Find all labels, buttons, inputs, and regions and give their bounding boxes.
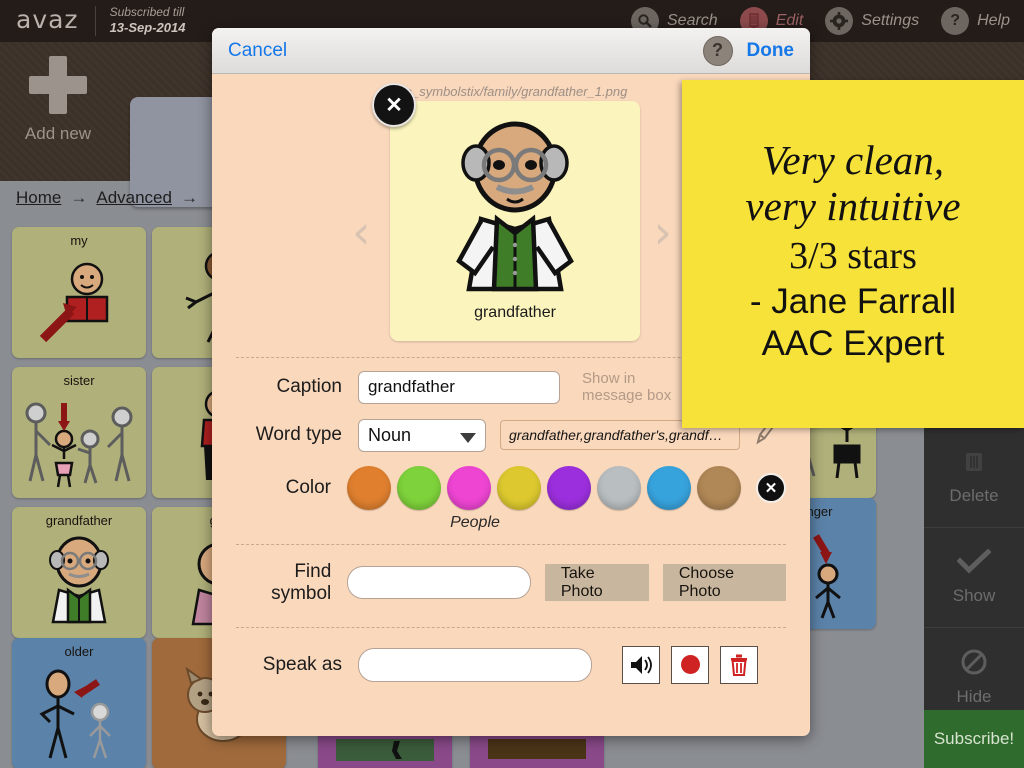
caption-input[interactable]: grandfather (358, 370, 560, 404)
testimonial-overlay: Very clean, very intuitive 3/3 stars - J… (682, 80, 1024, 428)
help-icon[interactable]: ? (702, 35, 733, 66)
symbol-preview-card[interactable]: grandfather (390, 101, 640, 341)
speak-as-label: Speak as (262, 653, 342, 675)
delete-recording-icon[interactable] (720, 645, 758, 684)
find-symbol-input[interactable] (347, 566, 531, 599)
grid-cell-label: grandfather (45, 513, 113, 528)
breadcrumb-item-home[interactable]: Home (16, 188, 61, 208)
nav-label-help: Help (977, 12, 1010, 29)
find-symbol-label: Find symbol (271, 560, 332, 604)
hide-label: Hide (956, 687, 992, 706)
show-in-message-box-line1: Show in (582, 370, 636, 387)
done-button[interactable]: Done (747, 40, 795, 62)
color-swatch-purple[interactable] (547, 465, 591, 510)
next-symbol-button[interactable]: › (654, 209, 672, 255)
testimonial-author: - Jane Farrall (749, 281, 957, 321)
add-new-button[interactable]: Add new (10, 56, 106, 144)
grid-cell-older[interactable]: older (12, 638, 146, 768)
family-sister-icon (12, 388, 146, 498)
divider-3 (236, 626, 786, 628)
grid-cell-label: older (64, 644, 94, 659)
choose-photo-button[interactable]: Choose Photo (662, 564, 786, 601)
grid-cell-grandfather[interactable]: grandfather (12, 507, 146, 638)
testimonial-author-title: AAC Expert (761, 323, 945, 363)
app-logo: avaz (16, 5, 79, 34)
word-type-value: Noun (368, 424, 412, 445)
trash-icon (961, 449, 987, 480)
testimonial-rating: 3/3 stars (789, 234, 917, 277)
testimonial-line-2: very intuitive (745, 183, 961, 229)
show-in-message-box-label: Show in message box (582, 370, 671, 405)
plus-icon (29, 56, 87, 114)
grid-cell-label: sister (63, 373, 95, 388)
grandfather-icon (12, 528, 146, 638)
show-label: Show (952, 586, 996, 605)
subscribe-button[interactable]: Subscribe! (924, 710, 1024, 768)
color-row: Color ✕ (212, 465, 810, 510)
testimonial-line-1: Very clean, (761, 137, 945, 184)
find-symbol-row: Find symbol Take Photo Choose Photo (212, 561, 810, 605)
play-speaker-icon[interactable] (622, 645, 660, 684)
record-icon[interactable] (671, 645, 709, 684)
prev-symbol-button[interactable]: ‹ (352, 209, 370, 255)
chevron-down-icon (460, 432, 476, 443)
speak-as-row: Speak as (212, 645, 810, 684)
dialog-toolbar-right: ? Done (702, 35, 795, 66)
breadcrumb-arrow-1: → (70, 188, 88, 207)
color-swatch-magenta[interactable] (447, 465, 491, 510)
caption-label: Caption (276, 376, 343, 398)
color-swatches: ✕ (347, 465, 786, 510)
cancel-button[interactable]: Cancel (228, 40, 287, 62)
breadcrumb-arrow-2: → (180, 188, 198, 207)
no-entry-icon (960, 648, 988, 681)
color-swatch-green[interactable] (397, 465, 441, 510)
symbol-preview-label: grandfather (474, 303, 556, 321)
grandfather-preview-icon (435, 121, 595, 302)
subscription-info: Subscribed till 13-Sep-2014 (96, 5, 186, 36)
delete-button[interactable]: Delete (924, 428, 1024, 528)
color-swatch-yellow[interactable] (497, 465, 541, 510)
person-with-book-icon (12, 248, 146, 358)
breadcrumb-item-advanced[interactable]: Advanced (96, 188, 172, 208)
word-type-select[interactable]: Noun (358, 418, 486, 452)
record-dot (680, 655, 700, 674)
divider-2 (236, 543, 786, 545)
older-person-icon (12, 659, 146, 768)
color-swatch-blue[interactable] (647, 465, 691, 510)
speak-as-input[interactable] (358, 647, 592, 682)
add-new-label: Add new (24, 124, 92, 143)
clear-color-button[interactable]: ✕ (756, 472, 786, 503)
remove-image-button[interactable]: ✕ (372, 83, 416, 127)
grid-cell-sister[interactable]: sister (12, 367, 146, 498)
grid-cell-label: my (70, 233, 88, 248)
color-swatch-gray[interactable] (597, 465, 641, 510)
question-icon: ? (941, 7, 970, 35)
gear-icon (825, 7, 854, 35)
nav-item-settings[interactable]: Settings (825, 7, 919, 35)
nav-label-settings: Settings (861, 12, 920, 29)
check-icon (956, 548, 992, 580)
grid-cell-my[interactable]: my (12, 227, 146, 358)
color-label: Color (285, 476, 331, 498)
color-swatch-brown[interactable] (697, 465, 741, 510)
subscription-label: Subscribed till (109, 5, 185, 20)
nav-item-help[interactable]: ? Help (941, 7, 1010, 35)
show-in-message-box-line2: message box (582, 387, 672, 405)
app-root: avaz Subscribed till 13-Sep-2014 Search … (0, 0, 1024, 768)
subscription-date: 13-Sep-2014 (109, 20, 186, 36)
word-type-label: Word type (255, 424, 342, 445)
color-swatch-orange[interactable] (347, 465, 391, 510)
take-photo-button[interactable]: Take Photo (544, 564, 649, 601)
color-category-label: People (450, 513, 500, 531)
delete-label: Delete (949, 486, 999, 505)
dialog-toolbar: Cancel ? Done (212, 28, 810, 74)
show-button[interactable]: Show (924, 528, 1024, 628)
